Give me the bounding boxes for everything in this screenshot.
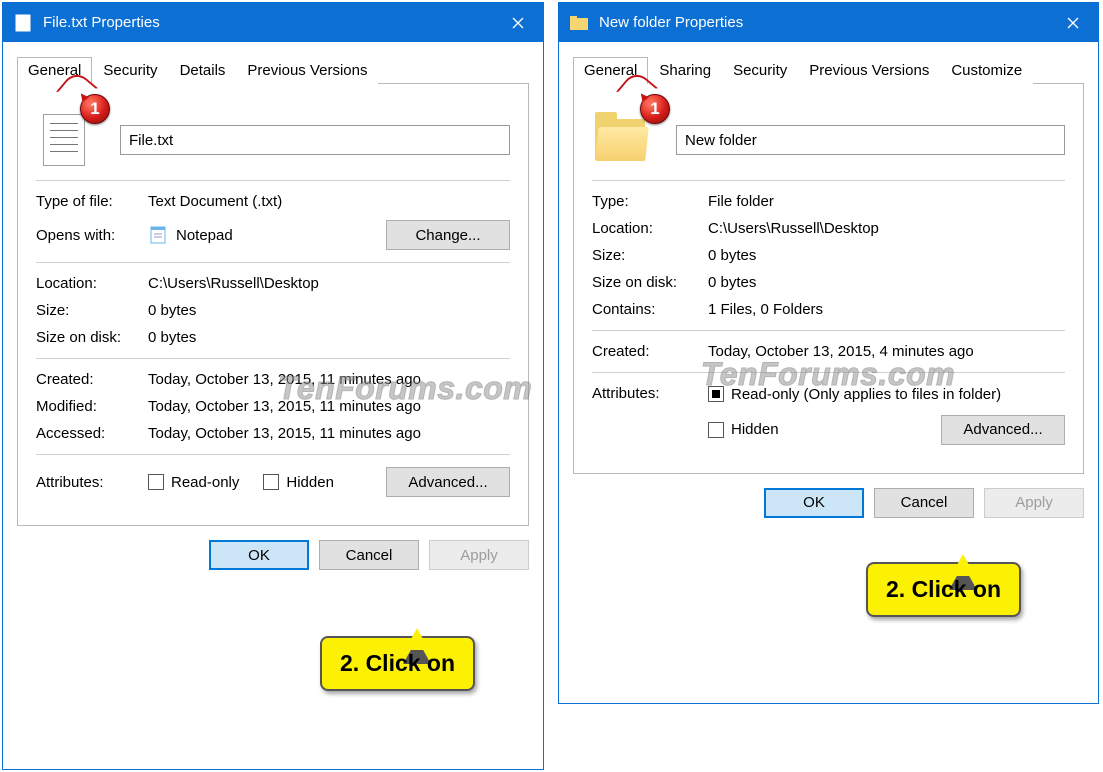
separator bbox=[592, 330, 1065, 331]
size-on-disk-label: Size on disk: bbox=[592, 274, 708, 291]
separator bbox=[36, 358, 510, 359]
accessed-value: Today, October 13, 2015, 11 minutes ago bbox=[148, 425, 421, 442]
advanced-button[interactable]: Advanced... bbox=[386, 467, 510, 497]
attributes-label: Attributes: bbox=[36, 474, 148, 491]
notepad-icon bbox=[148, 224, 170, 246]
separator bbox=[592, 372, 1065, 373]
general-panel: 1 Type: File folder Location: C:\Users\R… bbox=[573, 84, 1084, 474]
separator bbox=[36, 180, 510, 181]
tab-sharing[interactable]: Sharing bbox=[648, 57, 722, 84]
step-1-marker: 1 bbox=[80, 94, 110, 124]
tab-previous-versions[interactable]: Previous Versions bbox=[236, 57, 378, 84]
cancel-button[interactable]: Cancel bbox=[319, 540, 419, 570]
contains-value: 1 Files, 0 Folders bbox=[708, 301, 823, 318]
created-label: Created: bbox=[592, 343, 708, 360]
type-label: Type: bbox=[592, 193, 708, 210]
separator bbox=[36, 454, 510, 455]
close-button[interactable] bbox=[499, 3, 537, 42]
location-label: Location: bbox=[36, 275, 148, 292]
tab-security[interactable]: Security bbox=[92, 57, 168, 84]
folder-icon bbox=[569, 13, 589, 33]
file-type-icon bbox=[36, 112, 92, 168]
dialog-footer: OK Cancel Apply bbox=[3, 526, 543, 584]
callout-text: 2. Click on bbox=[340, 650, 455, 676]
location-value: C:\Users\Russell\Desktop bbox=[148, 275, 319, 292]
accessed-label: Accessed: bbox=[36, 425, 148, 442]
hidden-label: Hidden bbox=[731, 421, 779, 438]
opens-with-label: Opens with: bbox=[36, 227, 148, 244]
hidden-checkbox[interactable]: Hidden bbox=[263, 474, 334, 491]
change-button[interactable]: Change... bbox=[386, 220, 510, 250]
separator bbox=[36, 262, 510, 263]
apply-button[interactable]: Apply bbox=[429, 540, 529, 570]
tabstrip: General Sharing Security Previous Versio… bbox=[573, 56, 1084, 84]
type-of-file-value: Text Document (.txt) bbox=[148, 193, 282, 210]
readonly-checkbox[interactable]: Read-only (Only applies to files in fold… bbox=[708, 386, 1001, 403]
tab-security[interactable]: Security bbox=[722, 57, 798, 84]
general-panel: 1 Type of file: Text Document (.txt) Ope… bbox=[17, 84, 529, 526]
size-label: Size: bbox=[592, 247, 708, 264]
separator bbox=[592, 180, 1065, 181]
opens-with-value: Notepad bbox=[176, 227, 386, 244]
size-value: 0 bytes bbox=[708, 247, 756, 264]
hidden-label: Hidden bbox=[286, 474, 334, 491]
advanced-button[interactable]: Advanced... bbox=[941, 415, 1065, 445]
created-label: Created: bbox=[36, 371, 148, 388]
contains-label: Contains: bbox=[592, 301, 708, 318]
size-label: Size: bbox=[36, 302, 148, 319]
location-label: Location: bbox=[592, 220, 708, 237]
tab-customize[interactable]: Customize bbox=[940, 57, 1033, 84]
step-1-marker: 1 bbox=[640, 94, 670, 124]
ok-button[interactable]: OK bbox=[764, 488, 864, 518]
size-on-disk-value: 0 bytes bbox=[148, 329, 196, 346]
readonly-label: Read-only bbox=[171, 474, 239, 491]
dialog-footer: OK Cancel Apply bbox=[559, 474, 1098, 532]
ok-button[interactable]: OK bbox=[209, 540, 309, 570]
tab-previous-versions[interactable]: Previous Versions bbox=[798, 57, 940, 84]
size-on-disk-value: 0 bytes bbox=[708, 274, 756, 291]
type-value: File folder bbox=[708, 193, 774, 210]
modified-label: Modified: bbox=[36, 398, 148, 415]
titlebar[interactable]: New folder Properties bbox=[559, 3, 1098, 42]
tabstrip: General Security Details Previous Versio… bbox=[17, 56, 529, 84]
step-2-callout: 2. Click on bbox=[866, 562, 1021, 617]
type-of-file-label: Type of file: bbox=[36, 193, 148, 210]
attributes-label: Attributes: bbox=[592, 385, 708, 402]
readonly-checkbox[interactable]: Read-only bbox=[148, 474, 239, 491]
window-title: New folder Properties bbox=[599, 14, 1054, 31]
titlebar[interactable]: File.txt Properties bbox=[3, 3, 543, 42]
step-2-callout: 2. Click on bbox=[320, 636, 475, 691]
filename-input[interactable] bbox=[120, 125, 510, 155]
file-properties-dialog: File.txt Properties General Security Det… bbox=[2, 2, 544, 770]
created-value: Today, October 13, 2015, 4 minutes ago bbox=[708, 343, 974, 360]
window-title: File.txt Properties bbox=[43, 14, 499, 31]
apply-button[interactable]: Apply bbox=[984, 488, 1084, 518]
foldername-input[interactable] bbox=[676, 125, 1065, 155]
folder-type-icon bbox=[592, 112, 648, 168]
hidden-checkbox[interactable]: Hidden bbox=[708, 421, 779, 438]
size-on-disk-label: Size on disk: bbox=[36, 329, 148, 346]
text-file-icon bbox=[13, 13, 33, 33]
cancel-button[interactable]: Cancel bbox=[874, 488, 974, 518]
size-value: 0 bytes bbox=[148, 302, 196, 319]
tab-details[interactable]: Details bbox=[169, 57, 237, 84]
close-button[interactable] bbox=[1054, 3, 1092, 42]
location-value: C:\Users\Russell\Desktop bbox=[708, 220, 879, 237]
modified-value: Today, October 13, 2015, 11 minutes ago bbox=[148, 398, 421, 415]
callout-text: 2. Click on bbox=[886, 576, 1001, 602]
folder-properties-dialog: New folder Properties General Sharing Se… bbox=[558, 2, 1099, 704]
readonly-label: Read-only (Only applies to files in fold… bbox=[731, 386, 1001, 403]
created-value: Today, October 13, 2015, 11 minutes ago bbox=[148, 371, 421, 388]
